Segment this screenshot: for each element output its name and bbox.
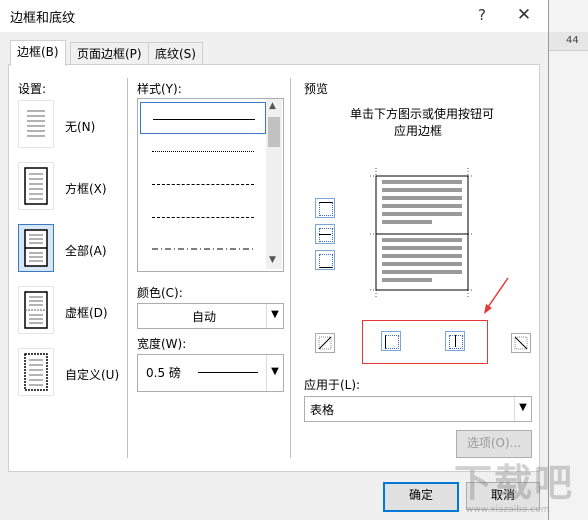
inside-vertical-border-button[interactable] [445, 331, 465, 351]
setting-custom-icon [18, 348, 54, 396]
help-button[interactable]: ? [470, 4, 494, 26]
top-border-button[interactable] [315, 198, 335, 218]
width-heading: 宽度(W): [137, 337, 187, 351]
setting-grid[interactable]: 虚框(D) [18, 286, 123, 336]
preview-diagram[interactable] [370, 168, 474, 298]
divider [127, 78, 128, 458]
dialog-titlebar[interactable]: 边框和底纹 ? ✕ [0, 0, 548, 32]
settings-heading: 设置: [18, 82, 47, 96]
setting-box-icon [18, 162, 54, 210]
tab-shading[interactable]: 底纹(S) [148, 42, 203, 65]
diagonal-up-border-button[interactable] [511, 333, 531, 353]
width-combobox[interactable]: 0.5 磅 ▼ [137, 354, 284, 392]
preview-hint: 应用边框 [394, 124, 443, 138]
setting-all-icon [18, 224, 54, 272]
color-heading: 颜色(C): [137, 286, 183, 300]
left-border-button[interactable] [381, 331, 401, 351]
red-arrow-icon [484, 277, 509, 314]
divider [290, 78, 291, 458]
tab-page-borders[interactable]: 页面边框(P) [70, 42, 149, 65]
width-value: 0.5 磅 [146, 366, 181, 380]
setting-grid-label: 虚框(D) [65, 306, 108, 320]
setting-custom[interactable]: 自定义(U) [18, 348, 123, 398]
chevron-down-icon[interactable]: ▼ [266, 355, 283, 391]
chevron-down-icon[interactable]: ▼ [266, 304, 283, 328]
setting-all[interactable]: 全部(A) [18, 224, 123, 274]
watermark-logo: 下载吧 [454, 461, 575, 505]
preview-hint: 单击下方图示或使用按钮可 [350, 107, 495, 121]
scroll-down-icon[interactable]: ▼ [269, 255, 276, 265]
document-background [548, 0, 588, 520]
style-option-dashed-small[interactable] [140, 168, 264, 198]
color-value: 自动 [192, 310, 217, 324]
diagonal-down-border-button[interactable] [315, 333, 335, 353]
setting-all-label: 全部(A) [65, 244, 107, 258]
bottom-border-button[interactable] [315, 250, 335, 270]
ok-button[interactable]: 确定 [383, 482, 459, 512]
ruler-number: 44 [566, 35, 579, 46]
color-combobox[interactable]: 自动 ▼ [137, 303, 284, 329]
watermark-url: www.xiazaiba.com [466, 505, 550, 515]
setting-none[interactable]: 无(N) [18, 100, 123, 150]
borders-shading-dialog: 边框和底纹 ? ✕ 边框(B) 页面边框(P) 底纹(S) 设置: 无(N) 方… [0, 0, 549, 520]
scroll-up-icon[interactable]: ▲ [269, 101, 276, 111]
style-option-solid[interactable] [140, 102, 266, 134]
setting-box[interactable]: 方框(X) [18, 162, 123, 212]
apply-to-value: 表格 [310, 403, 335, 417]
scroll-thumb[interactable] [268, 117, 280, 147]
tab-borders[interactable]: 边框(B) [10, 40, 66, 66]
inside-horizontal-border-button[interactable] [315, 224, 335, 244]
setting-grid-icon [18, 286, 54, 334]
setting-box-label: 方框(X) [65, 182, 107, 196]
preview-heading: 预览 [304, 82, 329, 96]
setting-none-label: 无(N) [65, 120, 96, 134]
style-listbox[interactable] [137, 98, 284, 272]
style-heading: 样式(Y): [137, 82, 182, 96]
style-option-dashed[interactable] [140, 201, 264, 231]
setting-none-icon [18, 100, 54, 148]
chevron-down-icon[interactable]: ▼ [514, 397, 531, 421]
close-button[interactable]: ✕ [512, 4, 536, 26]
apply-to-combobox[interactable]: 表格 ▼ [304, 396, 532, 422]
apply-to-heading: 应用于(L): [304, 378, 361, 392]
dialog-title: 边框和底纹 [10, 11, 76, 26]
style-option-dash-dot[interactable] [140, 234, 264, 264]
style-option-dotted[interactable] [140, 135, 264, 165]
document-ruler: 44 [548, 32, 588, 51]
width-sample-line [198, 372, 258, 373]
setting-custom-label: 自定义(U) [65, 368, 120, 382]
